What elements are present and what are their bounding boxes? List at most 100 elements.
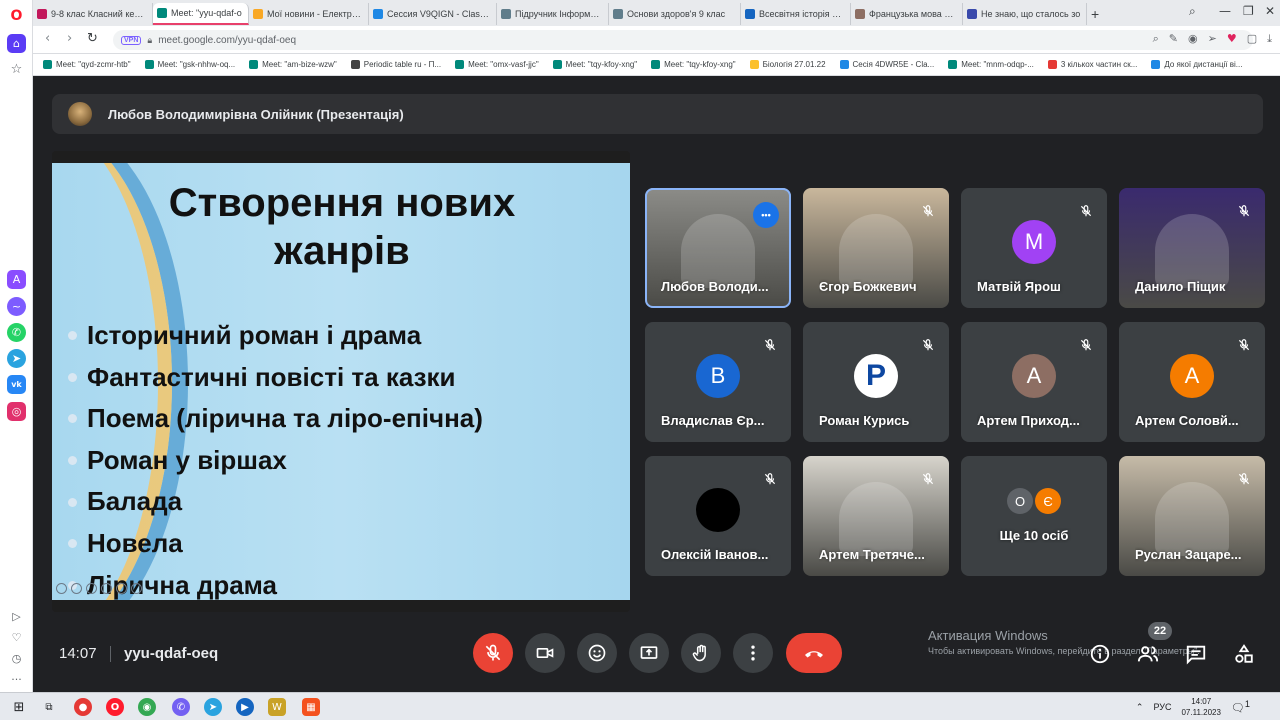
viber-taskbar-icon[interactable]: ✆: [172, 698, 190, 716]
participant-tile[interactable]: М Матвій Ярош: [961, 188, 1107, 308]
participant-tile[interactable]: Руслан Зацаре...: [1119, 456, 1265, 576]
bookmark-item[interactable]: 3 кількох частин ск...: [1047, 60, 1137, 69]
bookmark-item[interactable]: Meet: "tqy-kfoy-xng": [552, 60, 637, 69]
slide-pointer-icon[interactable]: [71, 583, 82, 594]
telegram-taskbar-icon[interactable]: ➤: [204, 698, 222, 716]
close-icon[interactable]: ✕: [1265, 4, 1275, 18]
participant-tile[interactable]: Олексій Іванов...: [645, 456, 791, 576]
participant-tile[interactable]: Артем Третяче...: [803, 456, 949, 576]
aria-icon[interactable]: A: [7, 270, 26, 289]
heart-icon[interactable]: ♡: [7, 628, 26, 647]
participant-tile[interactable]: P Роман Курись: [803, 322, 949, 442]
participant-tile[interactable]: Данило Піщик: [1119, 188, 1265, 308]
back-icon[interactable]: ‹: [45, 31, 50, 46]
share-icon[interactable]: ➢: [1208, 32, 1217, 46]
url-field[interactable]: VPN 🔒︎ meet.google.com/yyu-qdaf-oeq: [113, 30, 1253, 50]
task-view-icon[interactable]: ⧉: [40, 698, 58, 716]
present-screen-button[interactable]: [629, 633, 669, 673]
browser-tab[interactable]: Не знаю, що сталось зо: [963, 3, 1087, 25]
bookmark-item[interactable]: Сесія 4DWR5E - Cla...: [839, 60, 934, 69]
more-options-button[interactable]: [733, 633, 773, 673]
paint-taskbar-icon[interactable]: ▦: [302, 698, 320, 716]
browser-tab[interactable]: Основи здоров'я 9 клас: [609, 3, 741, 25]
bookmark-item[interactable]: Meet: "qyd-zcmr-htb": [43, 60, 131, 69]
bookmark-item[interactable]: Meet: "mnm-odqp-...: [948, 60, 1034, 69]
home-icon[interactable]: ⌂: [7, 34, 26, 53]
star-icon[interactable]: ☆: [7, 60, 26, 79]
browser-tab[interactable]: Французька мова 9 клас: [851, 3, 963, 25]
more-icon[interactable]: ···: [7, 670, 26, 689]
slide-pen-icon[interactable]: [86, 583, 97, 594]
media-player-taskbar-icon[interactable]: ▶: [236, 698, 254, 716]
whatsapp-icon[interactable]: ✆: [7, 323, 26, 342]
telegram-icon[interactable]: ➤: [7, 349, 26, 368]
lock-icon: 🔒︎: [147, 34, 153, 45]
leave-call-button[interactable]: [786, 633, 842, 673]
search-icon[interactable]: ⌕: [1153, 32, 1159, 46]
raise-hand-button[interactable]: [681, 633, 721, 673]
people-button[interactable]: [1136, 642, 1160, 666]
winamp-taskbar-icon[interactable]: W: [268, 698, 286, 716]
bookmark-item[interactable]: Meet: "gsk-nhhw-oq...: [144, 60, 235, 69]
presentation-slide[interactable]: Створення нових жанрів Історичний роман …: [52, 151, 630, 612]
participant-name: Артем Приход...: [977, 413, 1080, 428]
browser-tab[interactable]: Мої новини - Електронн: [249, 3, 369, 25]
participant-video: [1155, 214, 1229, 288]
chevron-up-icon[interactable]: ⌃: [1136, 702, 1144, 713]
windows-start-icon[interactable]: ⊞: [10, 698, 28, 716]
slide-grid-icon[interactable]: [101, 583, 112, 594]
history-icon[interactable]: ◷: [7, 649, 26, 668]
camera-toggle-button[interactable]: [525, 633, 565, 673]
maximize-icon[interactable]: ❐: [1243, 4, 1254, 18]
bookmark-item[interactable]: Meet: "omx-vasf-jjc": [455, 60, 539, 69]
camera-icon[interactable]: ◉: [1188, 32, 1198, 46]
participant-tile[interactable]: О Є Ще 10 осіб: [961, 456, 1107, 576]
participant-tile[interactable]: ••• Любов Володи...: [645, 188, 791, 308]
participant-tile[interactable]: А Артем Соловй...: [1119, 322, 1265, 442]
box-icon[interactable]: ▢: [1247, 32, 1257, 46]
vk-icon[interactable]: vk: [7, 375, 26, 394]
bookmark-item[interactable]: Periodic table ru - П...: [350, 60, 441, 69]
screen-recorder-icon[interactable]: ●: [74, 698, 92, 716]
minimize-icon[interactable]: —: [1219, 4, 1231, 18]
new-tab-button[interactable]: +: [1087, 3, 1103, 25]
heart-filled-icon[interactable]: ♥: [1227, 32, 1237, 46]
browser-tab[interactable]: 9-8 клас Класний керівн: [33, 3, 153, 25]
edit-icon[interactable]: ✎: [1169, 32, 1178, 46]
participant-tile[interactable]: А Артем Приход...: [961, 322, 1107, 442]
chat-button[interactable]: [1184, 642, 1208, 666]
slide-prev-icon[interactable]: [56, 583, 67, 594]
participant-tile[interactable]: Єгор Божкевич: [803, 188, 949, 308]
taskbar-clock[interactable]: 14:07 07.11.2023: [1181, 696, 1220, 718]
bookmark-item[interactable]: Meet: "tqy-kfoy-xng": [651, 60, 736, 69]
language-indicator[interactable]: РУС: [1153, 702, 1171, 712]
forward-icon[interactable]: ›: [67, 31, 72, 46]
activities-button[interactable]: [1232, 642, 1256, 666]
slide-more-icon[interactable]: [131, 583, 142, 594]
opera-logo-icon[interactable]: O: [7, 6, 26, 25]
participant-tile[interactable]: В Владислав Єр...: [645, 322, 791, 442]
search-tabs-icon[interactable]: ⌕: [1189, 4, 1196, 19]
meeting-details-button[interactable]: [1088, 642, 1112, 666]
opera-taskbar-icon[interactable]: O: [106, 698, 124, 716]
bookmark-item[interactable]: Meet: "am-bize-wzw": [249, 60, 337, 69]
instagram-icon[interactable]: ◎: [7, 402, 26, 421]
browser-tab[interactable]: Meet: "yyu-qdaf-o: [153, 3, 249, 25]
slide-zoom-icon[interactable]: [116, 583, 127, 594]
browser-tab[interactable]: Всесвітня історія 9 клас І: [741, 3, 851, 25]
reactions-button[interactable]: [577, 633, 617, 673]
reload-icon[interactable]: ↻: [87, 31, 98, 46]
participant-name: Єгор Божкевич: [819, 279, 917, 294]
player-icon[interactable]: ▷: [7, 607, 26, 626]
chrome-taskbar-icon[interactable]: ◉: [138, 698, 156, 716]
browser-tab[interactable]: Сессия V9QIGN - Classtim: [369, 3, 497, 25]
vpn-badge[interactable]: VPN: [121, 35, 142, 45]
bookmark-item[interactable]: До якої дистанції ві...: [1151, 60, 1242, 69]
messenger-icon[interactable]: ~: [7, 297, 26, 316]
mic-toggle-button[interactable]: [473, 633, 513, 673]
download-icon[interactable]: ⤓: [1267, 32, 1272, 46]
notifications-icon[interactable]: 🗨︎1: [1231, 699, 1250, 715]
bookmark-item[interactable]: Біологія 27.01.22: [749, 60, 826, 69]
participant-more-icon[interactable]: •••: [753, 202, 779, 228]
browser-tab[interactable]: Підручник Інформатика: [497, 3, 609, 25]
